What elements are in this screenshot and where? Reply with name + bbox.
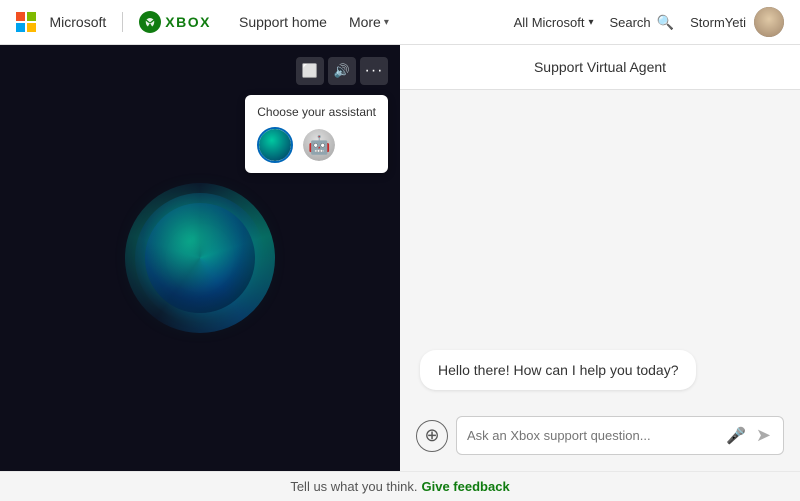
chat-panel: Support Virtual Agent Hello there! How c… (400, 45, 800, 471)
ai-orb (125, 183, 275, 333)
chat-title: Support Virtual Agent (534, 59, 666, 75)
greeting-bubble: Hello there! How can I help you today? (420, 350, 696, 390)
assistant-picker: Choose your assistant 🤖 (245, 95, 388, 173)
volume-control-button[interactable]: 🔊 (328, 57, 356, 85)
main-content: ⬜ 🔊 ··· Choose your assistant 🤖 (0, 45, 800, 471)
chat-header: Support Virtual Agent (400, 45, 800, 90)
feedback-prompt: Tell us what you think. (290, 479, 417, 494)
header-right: All Microsoft ▾ Search 🔍 StormYeti (514, 7, 784, 37)
all-microsoft-button[interactable]: All Microsoft ▾ (514, 15, 594, 30)
xbox-label: XBOX (165, 14, 211, 30)
footer: Tell us what you think. Give feedback (0, 471, 800, 501)
all-microsoft-chevron-icon: ▾ (588, 17, 593, 28)
give-feedback-link[interactable]: Give feedback (422, 479, 510, 494)
plus-circle-icon: ⊕ (424, 425, 439, 446)
send-button[interactable]: ➤ (754, 423, 773, 448)
avatar-panel: ⬜ 🔊 ··· Choose your assistant 🤖 (0, 45, 400, 471)
avatar-controls: ⬜ 🔊 ··· (296, 57, 388, 85)
microsoft-text: Microsoft (50, 14, 107, 30)
user-avatar (754, 7, 784, 37)
chat-input-area: ⊕ 🎤 ➤ (400, 408, 800, 471)
volume-icon: 🔊 (334, 63, 350, 79)
avatar-image (754, 7, 784, 37)
assistant-picker-label: Choose your assistant (257, 105, 376, 119)
screen-icon: ⬜ (302, 63, 318, 79)
ellipsis-icon: ··· (365, 62, 384, 80)
microsoft-logo[interactable] (16, 12, 36, 32)
xbox-logo[interactable]: XBOX (139, 11, 211, 33)
ms-logo-green (27, 12, 36, 21)
ms-logo-yellow (27, 23, 36, 32)
send-icon: ➤ (756, 425, 771, 446)
chat-input-wrapper: 🎤 ➤ (456, 416, 784, 455)
orb-core (145, 203, 255, 313)
more-chevron-icon: ▾ (384, 17, 389, 28)
search-button[interactable]: Search 🔍 (609, 14, 674, 31)
microphone-icon: 🎤 (726, 426, 746, 446)
more-control-button[interactable]: ··· (360, 57, 388, 85)
nav-support-home[interactable]: Support home (229, 10, 337, 34)
search-icon: 🔍 (657, 14, 674, 31)
assistant-option-bot[interactable]: 🤖 (301, 127, 337, 163)
orb-glow (125, 183, 275, 333)
assistant-option-ai[interactable] (257, 127, 293, 163)
nav-more[interactable]: More ▾ (339, 10, 399, 34)
chat-messages: Hello there! How can I help you today? (400, 90, 800, 408)
username-label: StormYeti (690, 15, 746, 30)
screen-control-button[interactable]: ⬜ (296, 57, 324, 85)
microphone-button[interactable]: 🎤 (724, 424, 748, 448)
chat-input[interactable] (467, 428, 718, 443)
header-divider (122, 12, 123, 32)
main-nav: Support home More ▾ (229, 10, 399, 34)
header: Microsoft XBOX Support home More ▾ All M… (0, 0, 800, 45)
add-attachment-button[interactable]: ⊕ (416, 420, 448, 452)
xbox-circle-icon (139, 11, 161, 33)
assistant-options: 🤖 (257, 127, 376, 163)
user-area[interactable]: StormYeti (690, 7, 784, 37)
ms-logo-blue (16, 23, 25, 32)
ms-logo-red (16, 12, 25, 21)
